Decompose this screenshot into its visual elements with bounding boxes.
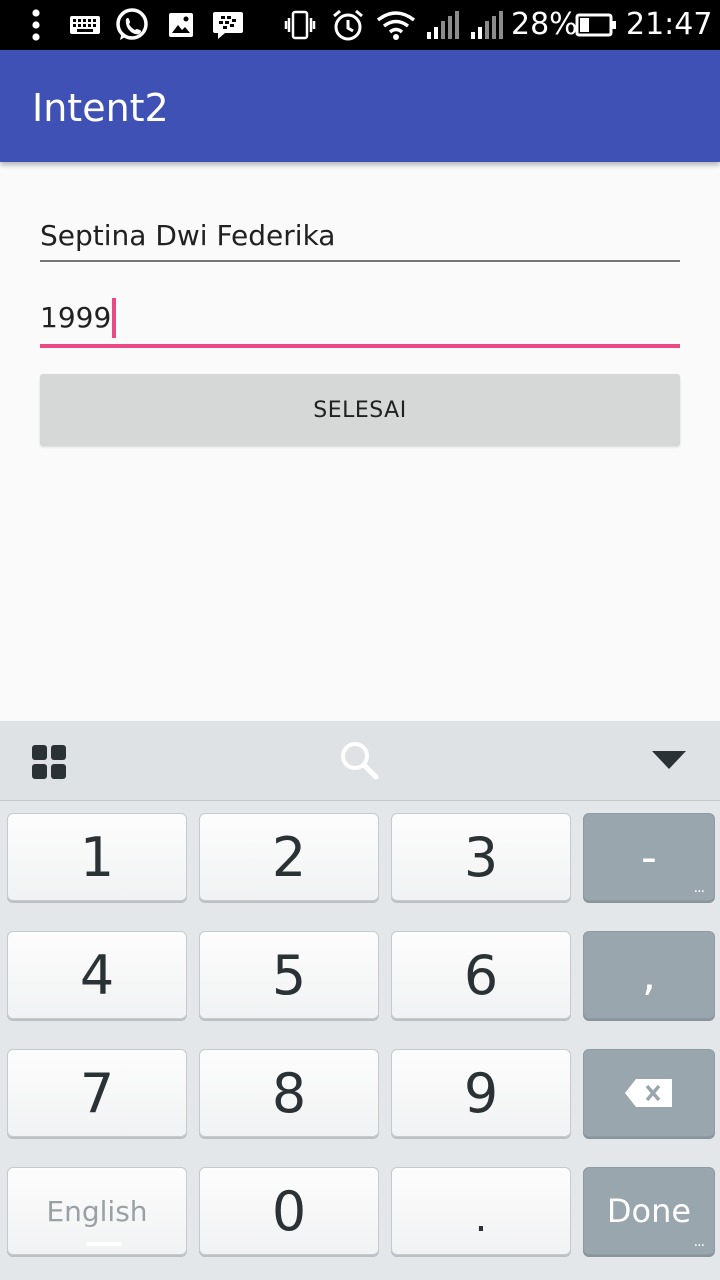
key-1-label: 1 <box>79 825 115 889</box>
battery-icon <box>574 8 618 42</box>
key-1[interactable]: 1 <box>7 813 187 901</box>
key-8[interactable]: 8 <box>199 1049 379 1137</box>
key-comma[interactable]: , <box>583 931 715 1019</box>
key-3-label: 3 <box>463 825 499 889</box>
keyboard-icon <box>68 8 102 42</box>
numeric-keyboard: 1 2 3 - ... 4 5 6 , 7 8 9 English 0 . Do… <box>0 801 720 1280</box>
bbm-icon <box>210 8 246 42</box>
key-2[interactable]: 2 <box>199 813 379 901</box>
key-5-label: 5 <box>271 943 307 1007</box>
signal-icon <box>468 8 506 42</box>
vibrate-icon <box>284 8 316 42</box>
whatsapp-icon <box>112 8 152 42</box>
language-indicator <box>86 1242 122 1246</box>
search-icon[interactable] <box>338 739 382 783</box>
keyboard-toolbar <box>0 721 720 801</box>
language-key[interactable]: English <box>7 1167 187 1255</box>
battery-percent: 28% <box>511 7 578 42</box>
key-minus-label: - <box>641 831 657 883</box>
wifi-icon <box>376 8 416 42</box>
key-7[interactable]: 7 <box>7 1049 187 1137</box>
key-comma-label: , <box>642 949 656 1001</box>
key-0-label: 0 <box>271 1179 307 1243</box>
clock: 21:47 <box>626 7 713 42</box>
hide-keyboard-icon[interactable] <box>650 749 690 773</box>
gallery-icon <box>166 8 196 42</box>
key-period-label: . <box>474 1195 488 1241</box>
status-bar: 28% 21:47 <box>0 0 720 50</box>
more-indicator: ... <box>693 880 705 896</box>
key-minus[interactable]: - ... <box>583 813 715 901</box>
key-4-label: 4 <box>79 943 115 1007</box>
key-9[interactable]: 9 <box>391 1049 571 1137</box>
key-8-label: 8 <box>271 1061 307 1125</box>
grid-icon[interactable] <box>30 743 70 783</box>
app-bar: Intent2 <box>0 50 720 162</box>
year-input-value: 1999 <box>40 301 112 334</box>
language-key-label: English <box>46 1194 148 1228</box>
more-indicator: ... <box>693 1234 705 1250</box>
key-9-label: 9 <box>463 1061 499 1125</box>
year-input[interactable]: 1999 <box>40 298 680 348</box>
name-input-value: Septina Dwi Federika <box>40 219 336 252</box>
name-input[interactable]: Septina Dwi Federika <box>40 216 680 262</box>
alarm-icon <box>330 8 366 42</box>
backspace-key[interactable] <box>583 1049 715 1137</box>
key-5[interactable]: 5 <box>199 931 379 1019</box>
key-0[interactable]: 0 <box>199 1167 379 1255</box>
text-cursor <box>112 298 117 338</box>
backspace-icon <box>625 1079 672 1107</box>
more-vert-icon <box>26 8 46 42</box>
key-6[interactable]: 6 <box>391 931 571 1019</box>
key-period[interactable]: . <box>391 1167 571 1255</box>
signal-icon <box>424 8 462 42</box>
app-title: Intent2 <box>32 86 169 130</box>
done-key[interactable]: Done ... <box>583 1167 715 1255</box>
selesai-button[interactable]: SELESAI <box>40 374 680 446</box>
key-4[interactable]: 4 <box>7 931 187 1019</box>
key-6-label: 6 <box>463 943 499 1007</box>
key-2-label: 2 <box>271 825 307 889</box>
done-key-label: Done <box>606 1192 692 1230</box>
key-7-label: 7 <box>79 1061 115 1125</box>
key-3[interactable]: 3 <box>391 813 571 901</box>
